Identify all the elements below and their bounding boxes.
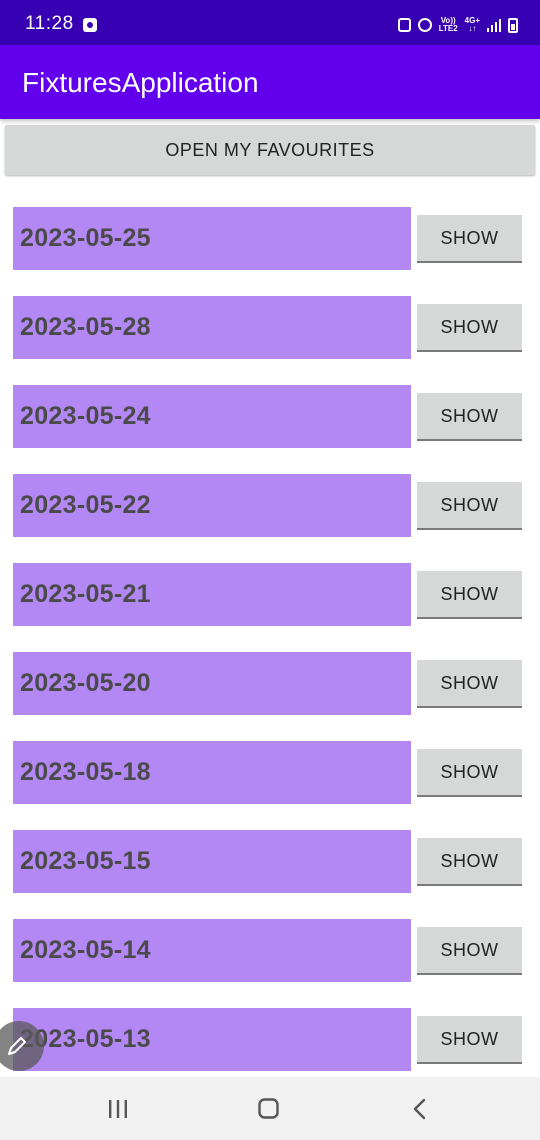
network-bottom-text: LTE2 xyxy=(438,24,458,33)
fixture-row: 2023-05-15 SHOW xyxy=(0,830,540,919)
fixture-row: 2023-05-25 SHOW xyxy=(0,207,540,296)
status-time: 11:28 xyxy=(25,13,74,34)
system-navigation-bar xyxy=(0,1077,540,1140)
show-button[interactable]: SHOW xyxy=(417,482,522,530)
show-button[interactable]: SHOW xyxy=(417,1016,522,1064)
show-button[interactable]: SHOW xyxy=(417,927,522,975)
show-button[interactable]: SHOW xyxy=(417,838,522,886)
fixture-date: 2023-05-28 xyxy=(13,296,411,359)
show-button[interactable]: SHOW xyxy=(417,393,522,441)
fixture-date: 2023-05-15 xyxy=(13,830,411,893)
home-icon[interactable] xyxy=(258,1098,279,1119)
fixture-date: 2023-05-21 xyxy=(13,563,411,626)
fixture-date: 2023-05-13 xyxy=(13,1008,411,1071)
fixture-row: 2023-05-28 SHOW xyxy=(0,296,540,385)
data-bottom-text: ↓↑ xyxy=(468,24,477,33)
fixture-list[interactable]: 2023-05-25 SHOW 2023-05-28 SHOW 2023-05-… xyxy=(0,207,540,1077)
show-button[interactable]: SHOW xyxy=(417,304,522,352)
open-favourites-button[interactable]: OPEN MY FAVOURITES xyxy=(5,125,535,175)
pencil-icon xyxy=(8,1037,26,1055)
battery-charging-icon xyxy=(508,17,518,33)
app-bar: FixturesApplication xyxy=(0,45,540,119)
status-bar: 11:28 Vo)) LTE2 4G+ ↓↑ xyxy=(0,0,540,45)
show-button[interactable]: SHOW xyxy=(417,215,522,263)
fixture-date: 2023-05-25 xyxy=(13,207,411,270)
status-icons: Vo)) LTE2 4G+ ↓↑ xyxy=(397,14,518,36)
data-indicator: 4G+ ↓↑ xyxy=(465,17,480,33)
fixture-date: 2023-05-14 xyxy=(13,919,411,982)
app-notification-icon xyxy=(83,18,97,32)
fixture-date: 2023-05-22 xyxy=(13,474,411,537)
fixture-date: 2023-05-18 xyxy=(13,741,411,804)
show-button[interactable]: SHOW xyxy=(417,749,522,797)
show-button[interactable]: SHOW xyxy=(417,571,522,619)
fixture-row: 2023-05-14 SHOW xyxy=(0,919,540,1008)
fixture-row: 2023-05-21 SHOW xyxy=(0,563,540,652)
signal-icon xyxy=(487,18,501,32)
alarm-icon xyxy=(417,18,432,32)
back-icon[interactable] xyxy=(410,1098,430,1120)
recents-icon[interactable] xyxy=(107,1099,129,1119)
fixture-date: 2023-05-24 xyxy=(13,385,411,448)
fixture-row: 2023-05-22 SHOW xyxy=(0,474,540,563)
fixture-row: 2023-05-24 SHOW xyxy=(0,385,540,474)
fixture-row: 2023-05-20 SHOW xyxy=(0,652,540,741)
show-button[interactable]: SHOW xyxy=(417,660,522,708)
fixture-row: 2023-05-18 SHOW xyxy=(0,741,540,830)
network-indicator: Vo)) LTE2 xyxy=(439,17,458,33)
fixture-row: 2023-05-13 SHOW xyxy=(0,1008,540,1077)
fixture-date: 2023-05-20 xyxy=(13,652,411,715)
app-title: FixturesApplication xyxy=(22,67,259,98)
sync-icon xyxy=(397,18,411,32)
